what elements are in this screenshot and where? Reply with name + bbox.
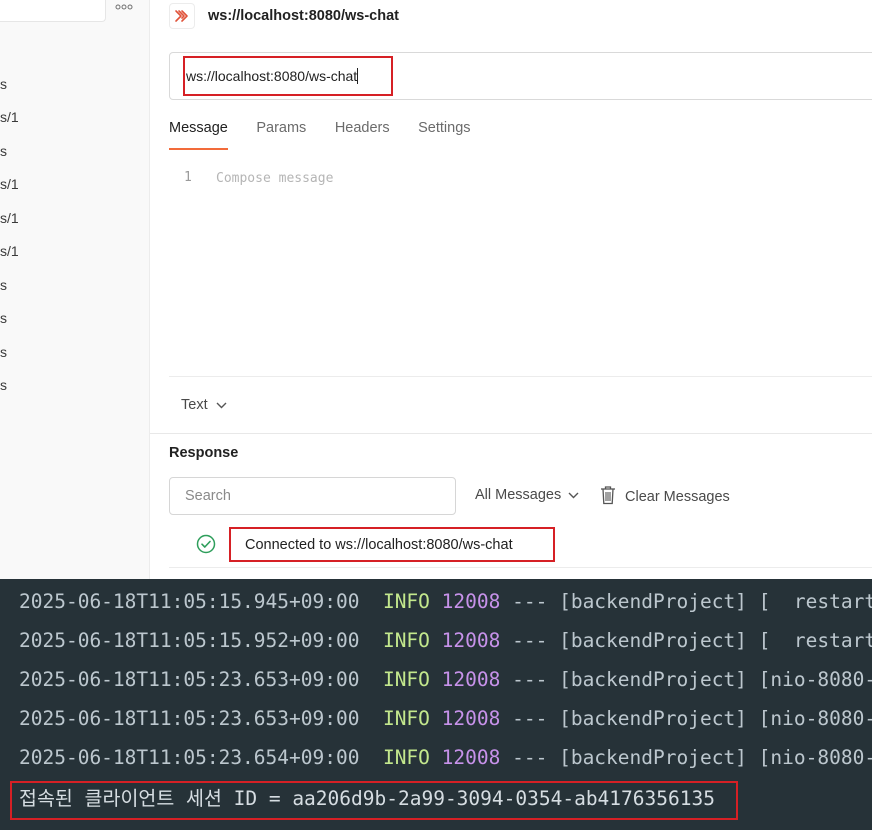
line-number: 1 — [184, 170, 192, 185]
trash-icon — [600, 485, 616, 509]
chevron-down-icon — [216, 397, 227, 413]
sidebar-item[interactable]: s/1 — [0, 109, 19, 125]
sidebar-item[interactable]: s — [0, 310, 7, 326]
log-pid: 12008 — [441, 668, 501, 691]
url-input[interactable]: ws://localhost:8080/ws-chat — [169, 52, 872, 100]
sidebar-item[interactable]: s/1 — [0, 243, 19, 259]
log-pid: 12008 — [441, 746, 501, 769]
url-text: ws://localhost:8080/ws-chat — [186, 68, 358, 84]
request-tabs: Message Params Headers Settings — [169, 120, 499, 150]
log-line: 2025-06-18T11:05:23.654+09:00 INFO 12008… — [19, 745, 872, 771]
message-editor[interactable]: 1 Compose message — [169, 170, 869, 360]
websocket-icon — [169, 3, 195, 29]
log-pid: 12008 — [441, 590, 501, 613]
sidebar-item[interactable]: s/1 — [0, 210, 19, 226]
log-line: 2025-06-18T11:05:15.945+09:00 INFO 12008… — [19, 589, 872, 615]
divider — [169, 567, 872, 568]
clear-messages-label: Clear Messages — [625, 489, 730, 505]
request-tab-header[interactable]: ws://localhost:8080/ws-chat — [169, 3, 399, 29]
sidebar-item[interactable]: s — [0, 377, 7, 393]
request-title: ws://localhost:8080/ws-chat — [208, 8, 399, 24]
session-id-line: 접속된 클라이언트 세션 ID = aa206d9b-2a99-3094-035… — [19, 787, 715, 810]
terminal-console: 2025-06-18T11:05:15.945+09:00 INFO 12008… — [0, 579, 872, 830]
log-rest: --- [backendProject] [ restart — [512, 629, 872, 652]
chevron-down-icon — [568, 487, 579, 503]
sidebar-item[interactable]: s — [0, 143, 7, 159]
check-circle-icon — [196, 534, 216, 559]
editor-placeholder: Compose message — [216, 171, 334, 186]
tab-settings[interactable]: Settings — [418, 120, 470, 150]
log-level: INFO — [382, 590, 430, 613]
divider — [169, 376, 872, 377]
format-dropdown[interactable]: Text — [181, 397, 227, 413]
log-pid: 12008 — [441, 707, 501, 730]
log-line: 2025-06-18T11:05:23.653+09:00 INFO 12008… — [19, 667, 872, 693]
divider[interactable] — [150, 433, 872, 434]
log-timestamp: 2025-06-18T11:05:23.653+09:00 — [19, 707, 360, 730]
search-input[interactable] — [169, 477, 456, 515]
sidebar-search-box[interactable] — [0, 0, 106, 22]
log-level: INFO — [382, 746, 430, 769]
log-timestamp: 2025-06-18T11:05:23.653+09:00 — [19, 668, 360, 691]
log-timestamp: 2025-06-18T11:05:15.945+09:00 — [19, 590, 360, 613]
tab-headers[interactable]: Headers — [335, 120, 390, 150]
log-timestamp: 2025-06-18T11:05:15.952+09:00 — [19, 629, 360, 652]
tab-message[interactable]: Message — [169, 120, 228, 150]
tab-params[interactable]: Params — [256, 120, 306, 150]
log-level: INFO — [382, 707, 430, 730]
more-options-icon[interactable] — [115, 1, 137, 15]
log-pid: 12008 — [441, 629, 501, 652]
log-timestamp: 2025-06-18T11:05:23.654+09:00 — [19, 746, 360, 769]
response-title: Response — [169, 445, 239, 461]
message-filter-dropdown[interactable]: All Messages — [475, 487, 579, 503]
sidebar-item[interactable]: s — [0, 76, 7, 92]
request-panel: ws://localhost:8080/ws-chat ws://localho… — [150, 0, 872, 579]
log-rest: --- [backendProject] [nio-8080- — [512, 746, 872, 769]
filter-label: All Messages — [475, 487, 562, 503]
sidebar: s s/1 s s/1 s/1 s/1 s s s s — [0, 0, 150, 579]
log-rest: --- [backendProject] [nio-8080- — [512, 707, 872, 730]
message-row[interactable]: Connected to ws://localhost:8080/ws-chat — [169, 524, 869, 566]
message-text: Connected to ws://localhost:8080/ws-chat — [245, 537, 513, 553]
log-line: 2025-06-18T11:05:15.952+09:00 INFO 12008… — [19, 628, 872, 654]
log-level: INFO — [382, 629, 430, 652]
postman-window: s s/1 s s/1 s/1 s/1 s s s s ws://localho… — [0, 0, 872, 579]
format-label: Text — [181, 397, 208, 413]
text-caret — [357, 68, 359, 84]
sidebar-item[interactable]: s/1 — [0, 176, 19, 192]
log-level: INFO — [382, 668, 430, 691]
log-rest: --- [backendProject] [ restart — [512, 590, 872, 613]
url-value[interactable]: ws://localhost:8080/ws-chat — [186, 68, 359, 84]
sidebar-item[interactable]: s — [0, 344, 7, 360]
log-rest: --- [backendProject] [nio-8080- — [512, 668, 872, 691]
clear-messages-button[interactable]: Clear Messages — [600, 485, 730, 509]
sidebar-item[interactable]: s — [0, 277, 7, 293]
log-line: 2025-06-18T11:05:23.653+09:00 INFO 12008… — [19, 706, 872, 732]
